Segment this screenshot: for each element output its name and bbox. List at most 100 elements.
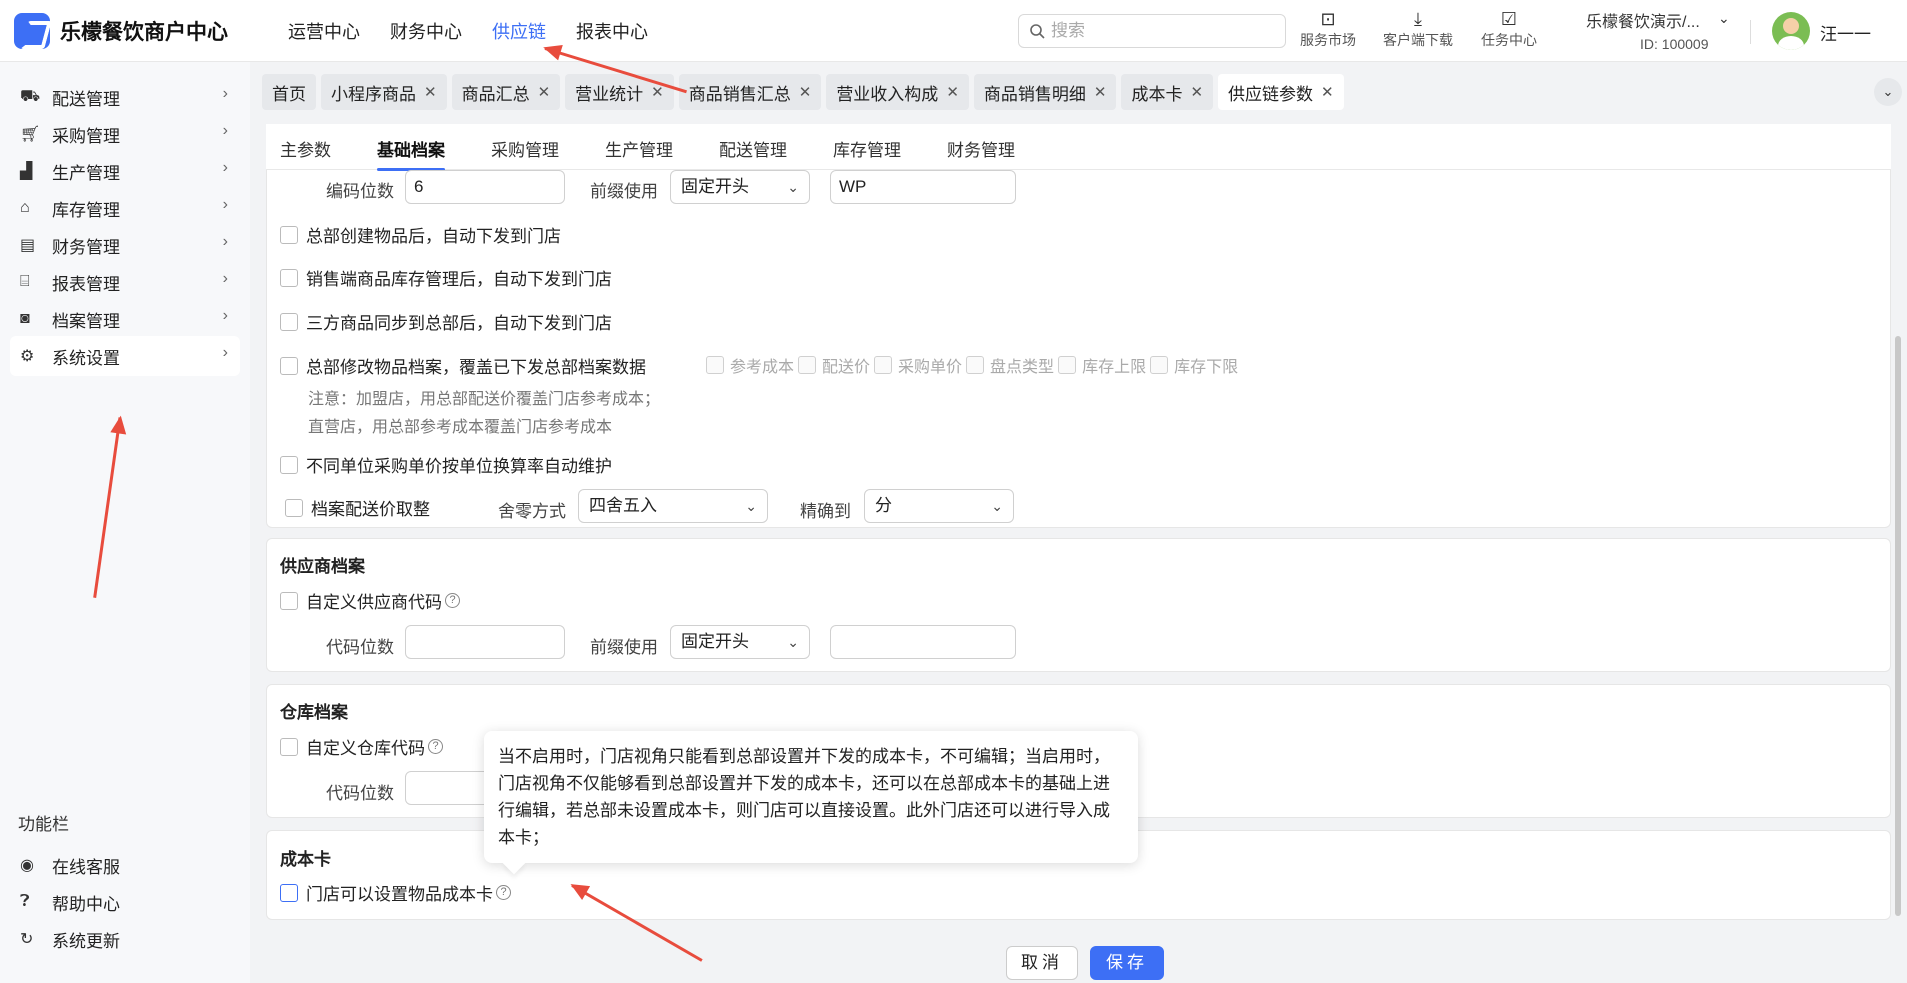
avatar[interactable] (1772, 12, 1810, 50)
round-method-select[interactable]: 四舍五入 ⌄ (578, 489, 768, 523)
supplier-digits-input[interactable] (405, 625, 565, 659)
close-icon[interactable]: ✕ (424, 83, 437, 101)
cancel-button[interactable]: 取消 (1006, 946, 1078, 980)
sidebar-tool-online-support[interactable]: ◉ 在线客服 (10, 845, 240, 885)
checkbox[interactable] (280, 356, 298, 375)
checkbox[interactable] (280, 737, 298, 756)
precision-value: 分 (875, 496, 892, 515)
tab-label: 首页 (272, 84, 306, 104)
option-store-set-cost-card[interactable]: 门店可以设置物品成本卡 ? (280, 880, 511, 905)
service-market-label: 服务市场 (1300, 32, 1356, 48)
sidebar-item-production[interactable]: ▟ 生产管理 › (10, 151, 240, 191)
prefix-text-input[interactable]: WP (830, 170, 1016, 204)
close-icon[interactable]: ✕ (799, 83, 812, 101)
supplier-prefix-text-input[interactable] (830, 625, 1016, 659)
clipboard-icon: ☑ (1500, 9, 1518, 29)
sidebar-item-inventory[interactable]: ⌂ 库存管理 › (10, 188, 240, 228)
merchant-switcher[interactable]: 乐檬餐饮演示/... ⌄ ID: 100009 (1586, 8, 1730, 52)
topnav-supply-chain[interactable]: 供应链 (492, 18, 546, 44)
tab-label: 营业收入构成 (836, 84, 939, 104)
sidebar-item-system-settings[interactable]: ⚙ 系统设置 › (10, 336, 240, 376)
close-icon[interactable]: ✕ (1094, 83, 1107, 101)
sidebar-tool-help-center[interactable]: ❓︎ 帮助中心 (10, 882, 240, 922)
precision-select[interactable]: 分 ⌄ (864, 489, 1014, 523)
option-custom-supplier-code[interactable]: 自定义供应商代码 ? (280, 588, 460, 613)
chevron-right-icon: › (222, 307, 228, 324)
subtab-production[interactable]: 生产管理 (605, 124, 673, 169)
field-stock-min: 库存下限 (1150, 353, 1238, 377)
help-circle-icon[interactable]: ? (445, 593, 460, 608)
sidebar-item-finance[interactable]: ▤ 财务管理 › (10, 225, 240, 265)
sidebar-item-delivery[interactable]: ⛟ 配送管理 › (10, 77, 240, 117)
topnav-reports[interactable]: 报表中心 (576, 18, 648, 44)
sidebar-item-purchase[interactable]: 🛒︎ 采购管理 › (10, 114, 240, 154)
chevron-down-icon: ⌄ (991, 498, 1003, 514)
scrollbar-thumb[interactable] (1895, 336, 1901, 916)
topnav-finance[interactable]: 财务中心 (390, 18, 462, 44)
service-market-button[interactable]: ⊡ 服务市场 (1300, 8, 1356, 50)
close-icon[interactable]: ✕ (946, 83, 959, 101)
subtab-inventory[interactable]: 库存管理 (833, 124, 901, 169)
checkbox[interactable] (280, 883, 298, 902)
tabs-dropdown-button[interactable]: ⌄ (1874, 78, 1902, 106)
close-icon[interactable]: ✕ (538, 83, 551, 101)
checkbox[interactable] (280, 312, 298, 331)
checkbox[interactable] (280, 591, 298, 610)
option-auto-push-on-sync[interactable]: 三方商品同步到总部后，自动下发到门店 (280, 309, 612, 334)
search-input[interactable] (1051, 21, 1271, 41)
tab-revenue-composition[interactable]: 营业收入构成 ✕ (826, 74, 969, 110)
tab-sales-detail[interactable]: 商品销售明细 ✕ (973, 74, 1117, 110)
topnav-operations[interactable]: 运营中心 (288, 18, 360, 44)
subtab-basic-archive[interactable]: 基础档案 (377, 124, 445, 171)
field-label: 库存上限 (1082, 359, 1147, 376)
subtab-finance[interactable]: 财务管理 (947, 124, 1015, 169)
help-circle-icon[interactable]: ? (428, 739, 443, 754)
sidebar-section-title: 功能栏 (18, 815, 69, 834)
help-circle-icon[interactable]: ? (496, 885, 511, 900)
checkbox[interactable] (285, 498, 303, 517)
content-scrollbar[interactable] (1894, 124, 1902, 932)
subtab-purchase[interactable]: 采购管理 (491, 124, 559, 169)
tab-business-stats[interactable]: 营业统计 ✕ (565, 74, 674, 110)
save-button[interactable]: 保存 (1090, 946, 1164, 980)
search-box[interactable] (1018, 14, 1286, 48)
prefix-select[interactable]: 固定开头 ⌄ (670, 170, 810, 204)
app-logo[interactable]: 乐檬餐饮商户中心 (14, 12, 254, 49)
tab-product-summary[interactable]: 商品汇总 ✕ (451, 74, 561, 110)
checkbox[interactable] (280, 268, 298, 287)
sidebar-item-reports[interactable]: ⌸ 报表管理 › (10, 262, 240, 302)
field-label: 盘点类型 (990, 359, 1055, 376)
subtab-delivery[interactable]: 配送管理 (719, 124, 787, 169)
option-unit-price-conversion[interactable]: 不同单位采购单价按单位换算率自动维护 (280, 452, 612, 477)
user-name[interactable]: 汪一一 (1820, 20, 1871, 45)
sidebar-tool-system-update[interactable]: ↻ 系统更新 (10, 919, 240, 959)
option-auto-push-on-create[interactable]: 总部创建物品后，自动下发到门店 (280, 222, 561, 247)
supplier-prefix-select[interactable]: 固定开头 ⌄ (670, 625, 810, 659)
warehouse-section-title: 仓库档案 (280, 703, 348, 722)
chevron-down-icon: ⌄ (1882, 84, 1894, 99)
tab-home[interactable]: 首页 (262, 74, 316, 110)
close-icon[interactable]: ✕ (1321, 83, 1334, 101)
tab-cost-card[interactable]: 成本卡 ✕ (1121, 74, 1214, 110)
chevron-right-icon: › (222, 233, 228, 250)
task-center-button[interactable]: ☑ 任务中心 (1481, 8, 1537, 50)
option-label: 总部修改物品档案，覆盖已下发总部档案数据 (306, 358, 646, 377)
sidebar-item-archives[interactable]: ◙ 档案管理 › (10, 299, 240, 339)
tab-miniapp-products[interactable]: 小程序商品 ✕ (321, 74, 447, 110)
code-digits-input[interactable]: 6 (405, 170, 565, 204)
supplier-digits-label: 代码位数 (326, 638, 394, 657)
checkbox[interactable] (280, 455, 298, 474)
note-direct: 直营店，用总部参考成本覆盖门店参考成本 (308, 419, 613, 436)
option-overwrite-archive[interactable]: 总部修改物品档案，覆盖已下发总部档案数据 (280, 353, 646, 378)
chevron-right-icon: › (222, 270, 228, 287)
tab-supply-chain-params[interactable]: 供应链参数 ✕ (1218, 74, 1344, 110)
tab-sales-summary[interactable]: 商品销售汇总 ✕ (678, 74, 822, 110)
option-round-delivery-price[interactable]: 档案配送价取整 (285, 495, 430, 520)
option-auto-push-on-stock[interactable]: 销售端商品库存管理后，自动下发到门店 (280, 265, 612, 290)
checkbox[interactable] (280, 225, 298, 244)
subtab-main-params[interactable]: 主参数 (280, 124, 331, 169)
download-icon: ⤓ (1414, 9, 1422, 29)
option-custom-warehouse-code[interactable]: 自定义仓库代码 ? (280, 734, 443, 759)
client-download-button[interactable]: ⤓ 客户端下载 (1383, 8, 1453, 50)
close-icon[interactable]: ✕ (1190, 83, 1203, 101)
